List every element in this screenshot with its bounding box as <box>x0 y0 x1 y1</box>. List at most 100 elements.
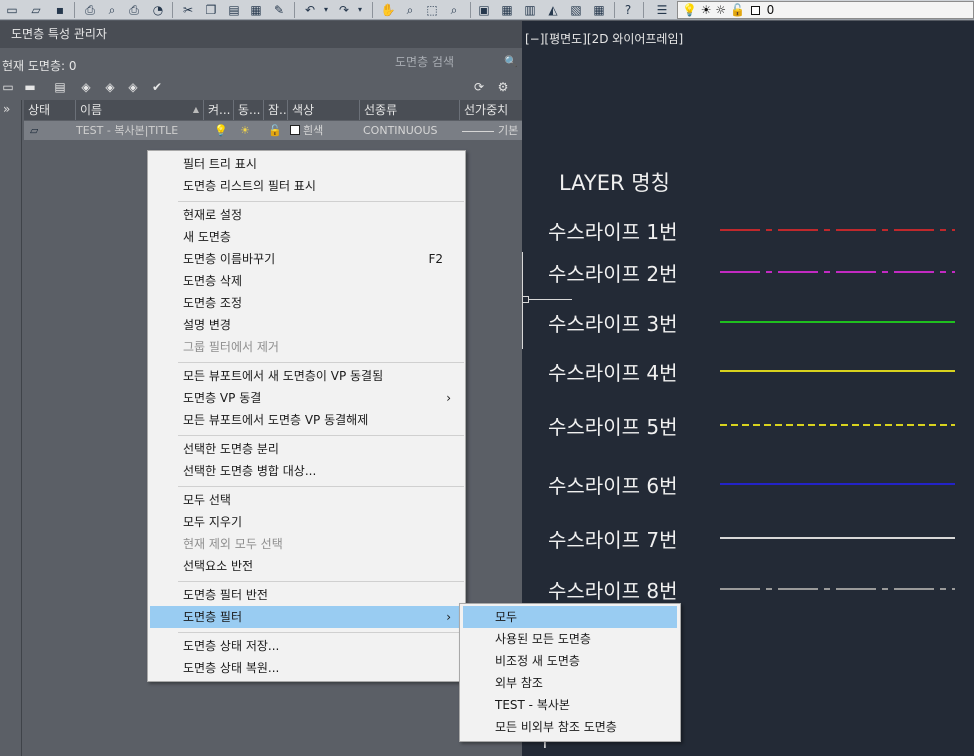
menu-item[interactable]: 모두 선택 <box>150 489 463 511</box>
menu-item[interactable]: 도면층 조정 <box>150 292 463 314</box>
layer-states-icon[interactable]: ▤ <box>52 80 68 95</box>
refresh-icon[interactable]: ⟳ <box>471 80 487 95</box>
new-group-filter-icon[interactable]: ▬ <box>22 80 38 95</box>
zoom-window-icon[interactable]: ⬚ <box>424 2 440 18</box>
tool-palettes-icon[interactable]: ▥ <box>522 2 538 18</box>
submenu-item[interactable]: 사용된 모든 도면층 <box>463 628 677 650</box>
copy-icon[interactable]: ❐ <box>203 2 219 18</box>
brush-icon[interactable]: ✎ <box>271 2 287 18</box>
menu-item[interactable]: 도면층 이름바꾸기 F2 <box>150 248 463 270</box>
menu-separator <box>178 486 464 487</box>
redo-dropdown-icon[interactable]: ▾ <box>352 2 368 18</box>
linetype-sample-line[interactable] <box>720 588 955 590</box>
column-linetype[interactable]: 선종류 <box>360 100 460 120</box>
menu-item[interactable]: 도면층 상태 복원... <box>150 657 463 679</box>
open-file-icon[interactable]: ▱ <box>28 2 44 18</box>
layer-properties-icon[interactable]: ☰ <box>654 2 670 18</box>
column-freeze[interactable]: 동... <box>234 100 264 120</box>
new-file-icon[interactable]: ▭ <box>4 2 20 18</box>
calculator-icon[interactable]: ▦ <box>591 2 607 18</box>
menu-item[interactable]: 선택한 도면층 분리 <box>150 438 463 460</box>
column-lock[interactable]: 잠... <box>264 100 288 120</box>
column-lineweight[interactable]: 선가중치 <box>460 100 522 120</box>
layer-lineweight[interactable]: 기본 <box>462 121 518 140</box>
submenu-item[interactable]: 비조정 새 도면층 <box>463 650 677 672</box>
undo-dropdown-icon[interactable]: ▾ <box>318 2 334 18</box>
expand-tree-icon[interactable]: » <box>3 102 10 116</box>
menu-item[interactable]: 도면층 필터 반전 <box>150 584 463 606</box>
menu-item[interactable]: 현재로 설정 <box>150 204 463 226</box>
save-icon[interactable]: ▪ <box>52 2 68 18</box>
linetype-sample-line[interactable] <box>720 424 955 426</box>
column-name[interactable]: 이름 ▲ <box>76 100 204 120</box>
layer-grid-header: 상태 이름 ▲ 켜... 동... 잠... 색상 선종류 선가중치 <box>24 100 522 120</box>
submenu-item[interactable]: TEST - 복사본 <box>463 694 677 716</box>
help-icon[interactable]: ? <box>620 2 636 18</box>
sun-thawed-icon[interactable]: ☀ <box>240 121 250 140</box>
menu-item-label: 도면층 필터 <box>183 610 243 624</box>
menu-item[interactable]: 모든 뷰포트에서 도면층 VP 동결해제 <box>150 409 463 431</box>
menu-item[interactable]: 도면층 VP 동결 › <box>150 387 463 409</box>
menu-item[interactable]: 필터 트리 표시 <box>150 153 463 175</box>
sheet-set-icon[interactable]: ◭ <box>545 2 561 18</box>
layer-row[interactable]: ▱ TEST - 복사본|TITLE 💡 ☀ 🔓 흰색 CONTINUOUS 기… <box>24 121 522 140</box>
pan-icon[interactable]: ✋ <box>380 2 396 18</box>
menu-separator <box>178 201 464 202</box>
unlock-icon[interactable]: 🔓 <box>268 121 282 140</box>
undo-icon[interactable]: ↶ <box>302 2 318 18</box>
new-property-filter-icon[interactable]: ▭ <box>0 80 16 95</box>
linetype-sample-line[interactable] <box>720 370 955 372</box>
settings-gear-icon[interactable]: ⚙ <box>495 80 511 95</box>
submenu-item[interactable]: 모든 비외부 참조 도면층 <box>463 716 677 738</box>
plot-icon[interactable]: ⎙ <box>126 2 142 18</box>
delete-layer-icon[interactable]: ◈ <box>125 80 141 95</box>
viewport-controls[interactable]: [−][평면도][2D 와이어프레임] <box>525 30 683 47</box>
new-layer-icon[interactable]: ◈ <box>78 80 94 95</box>
menu-item[interactable]: 모두 지우기 <box>150 511 463 533</box>
design-center-icon[interactable]: ▦ <box>499 2 515 18</box>
cut-icon[interactable]: ✂ <box>180 2 196 18</box>
linetype-sample-line[interactable] <box>720 229 955 231</box>
layer-color[interactable]: 흰색 <box>290 121 323 140</box>
menu-item[interactable]: 도면층 삭제 <box>150 270 463 292</box>
linetype-sample-line[interactable] <box>720 271 955 273</box>
menu-item[interactable]: 도면층 필터 › <box>150 606 463 628</box>
linetype-sample-line[interactable] <box>720 483 955 485</box>
print-icon[interactable]: ⎙ <box>82 2 98 18</box>
menu-item[interactable]: 선택한 도면층 병합 대상... <box>150 460 463 482</box>
match-properties-icon[interactable]: ▦ <box>248 2 264 18</box>
linetype-sample-line[interactable] <box>720 321 955 323</box>
paste-icon[interactable]: ▤ <box>226 2 242 18</box>
legend-label: 수스라이프 1번 <box>548 220 678 244</box>
set-current-icon[interactable]: ✔ <box>149 80 165 95</box>
menu-separator <box>178 581 464 582</box>
layer-dropdown[interactable]: 💡 ☀ ☼ 🔓 0 <box>677 1 974 19</box>
menu-item-label: 도면층 상태 저장... <box>183 639 280 653</box>
menu-item[interactable]: 설명 변경 <box>150 314 463 336</box>
layer-linetype[interactable]: CONTINUOUS <box>363 121 438 140</box>
column-color[interactable]: 색상 <box>288 100 360 120</box>
publish-icon[interactable]: ◔ <box>150 2 166 18</box>
menu-item[interactable]: 새 도면층 <box>150 226 463 248</box>
markup-icon[interactable]: ▧ <box>568 2 584 18</box>
legend-label: 수스라이프 4번 <box>548 361 678 385</box>
column-status[interactable]: 상태 <box>24 100 76 120</box>
redo-icon[interactable]: ↷ <box>336 2 352 18</box>
menu-item[interactable]: 도면층 상태 저장... <box>150 635 463 657</box>
menu-item[interactable]: 도면층 리스트의 필터 표시 <box>150 175 463 197</box>
print-preview-icon[interactable]: ⌕ <box>104 2 120 18</box>
bulb-on-icon[interactable]: 💡 <box>214 121 228 140</box>
submenu-item[interactable]: 외부 참조 <box>463 672 677 694</box>
zoom-previous-icon[interactable]: ⌕ <box>446 2 462 18</box>
layer-search-input[interactable]: 도면층 검색 🔍 <box>393 53 520 71</box>
search-icon[interactable]: 🔍 <box>504 53 518 71</box>
layer-name[interactable]: TEST - 복사본|TITLE <box>76 121 204 140</box>
linetype-sample-line[interactable] <box>720 537 955 539</box>
column-on[interactable]: 켜... <box>204 100 234 120</box>
menu-item[interactable]: 선택요소 반전 <box>150 555 463 577</box>
properties-icon[interactable]: ▣ <box>476 2 492 18</box>
menu-item[interactable]: 모든 뷰포트에서 새 도면층이 VP 동결됨 <box>150 365 463 387</box>
zoom-realtime-icon[interactable]: ⌕ <box>402 2 418 18</box>
new-vp-frozen-layer-icon[interactable]: ◈ <box>102 80 118 95</box>
submenu-item[interactable]: 모두 <box>463 606 677 628</box>
